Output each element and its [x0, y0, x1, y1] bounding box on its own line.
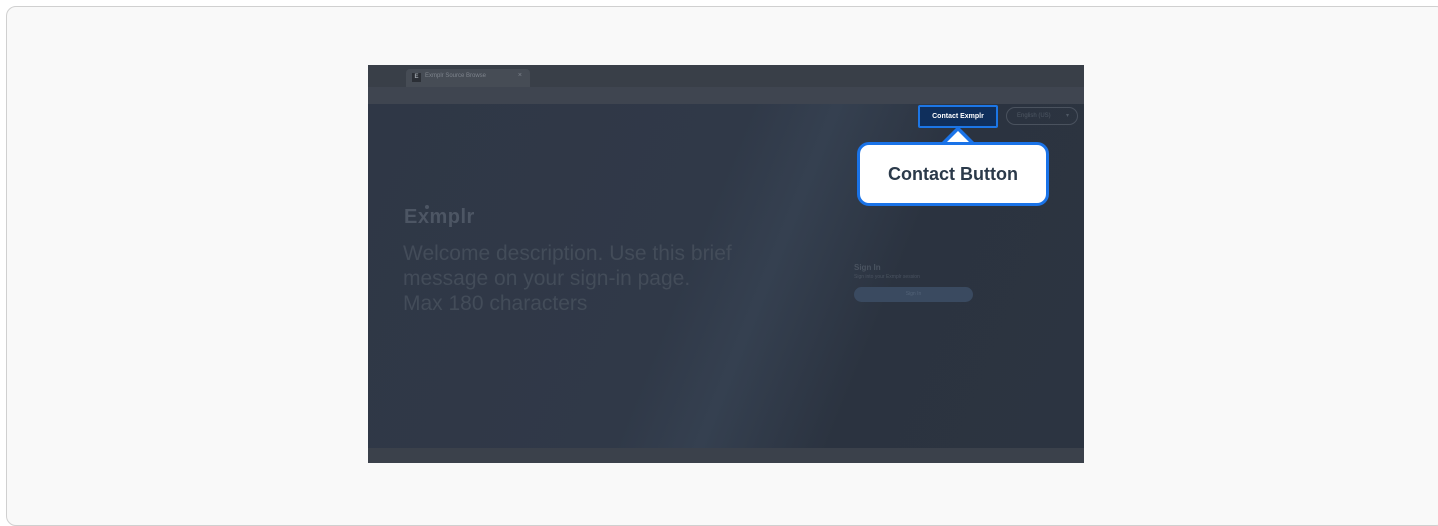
chevron-down-icon: ▾	[1065, 113, 1069, 119]
favicon-icon: E	[412, 73, 421, 82]
logo-dot-icon	[425, 205, 429, 209]
tab-title: Exmplr Source Browse	[425, 73, 487, 79]
welcome-description: Welcome description. Use this brief mess…	[403, 242, 732, 315]
brand-logo: Exmplr	[404, 206, 475, 228]
language-selector[interactable]: English (US) ▾	[1006, 107, 1078, 125]
signin-button[interactable]: Sign In	[854, 287, 973, 302]
signin-subtitle: Sign into your Exmplr session	[854, 274, 920, 280]
contact-button[interactable]: Contact Exmplr	[918, 105, 998, 128]
browser-tab-bar: E Exmplr Source Browse ×	[368, 65, 1084, 87]
close-icon[interactable]: ×	[518, 72, 522, 79]
footer-strip	[368, 448, 1084, 463]
signin-title: Sign In	[854, 263, 881, 272]
browser-toolbar	[368, 87, 1084, 104]
callout-label: Contact Button	[857, 142, 1049, 206]
language-label: English (US)	[1017, 113, 1051, 119]
browser-tab[interactable]: E Exmplr Source Browse ×	[406, 69, 530, 87]
app-screenshot: E Exmplr Source Browse × Contact Exmplr …	[368, 65, 1084, 463]
